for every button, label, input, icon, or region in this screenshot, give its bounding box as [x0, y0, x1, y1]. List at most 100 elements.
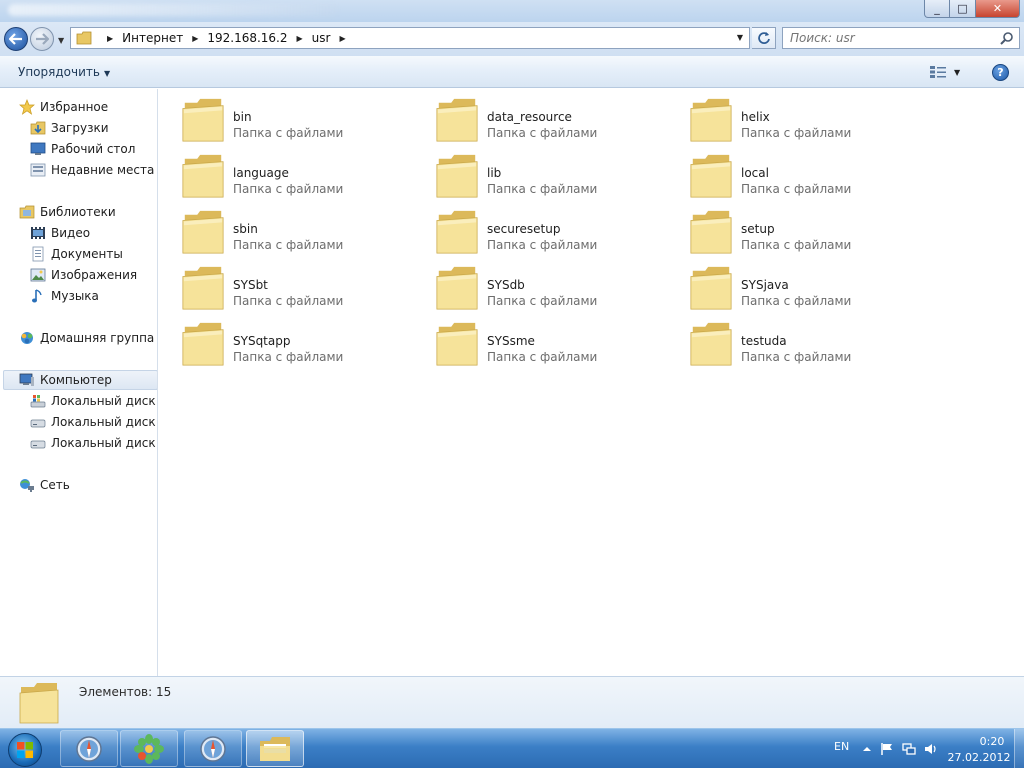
clock-time[interactable]: 0:20 [962, 735, 1022, 748]
taskbar-app-explorer[interactable] [246, 730, 304, 767]
sidebar-item-label: Загрузки [51, 121, 109, 135]
folder-icon [690, 154, 732, 198]
folder-name: language [233, 166, 289, 180]
folder-type: Папка с файлами [487, 182, 598, 196]
volume-icon[interactable] [924, 742, 938, 756]
chevron-right-icon[interactable]: ▶ [297, 34, 303, 43]
sidebar-item-favorites[interactable]: Избранное [19, 97, 108, 117]
view-tiles-icon [930, 66, 946, 78]
drive-icon [30, 440, 46, 449]
folder-icon [436, 266, 478, 310]
clock-date[interactable]: 27.02.2012 [939, 751, 1019, 764]
folder-type: Папка с файлами [487, 294, 598, 308]
folder-icon [182, 154, 224, 198]
search-input[interactable] [783, 28, 983, 48]
chevron-right-icon[interactable]: ▶ [192, 34, 198, 43]
folder-icon [76, 31, 92, 45]
forward-button[interactable] [30, 27, 54, 51]
action-center-flag-icon[interactable] [880, 742, 894, 756]
sidebar-item-downloads[interactable]: Загрузки [30, 118, 109, 138]
sidebar-item-computer[interactable]: Компьютер [3, 370, 157, 390]
folder-item[interactable]: SYSbt Папка с файлами [181, 263, 431, 313]
title-bar: _ □ ✕ [0, 0, 1024, 22]
breadcrumb-usr[interactable]: usr [312, 31, 331, 45]
safari-icon [76, 735, 102, 762]
chevron-up-icon[interactable] [860, 742, 874, 756]
folder-item[interactable]: securesetup Папка с файлами [435, 207, 685, 257]
sidebar-item-label: Домашняя группа [40, 331, 155, 345]
sidebar-item-drive-e[interactable]: Локальный диск (E:) [30, 433, 157, 453]
minimize-button[interactable]: _ [924, 0, 950, 18]
sidebar-item-drive-d[interactable]: Локальный диск (D:) [30, 412, 157, 432]
folder-item[interactable]: lib Папка с файлами [435, 151, 685, 201]
language-indicator[interactable]: EN [834, 740, 849, 753]
taskbar-app-safari-2[interactable] [184, 730, 242, 767]
sidebar-item-libraries[interactable]: Библиотеки [19, 202, 116, 222]
breadcrumb-host[interactable]: 192.168.16.2 [207, 31, 287, 45]
folder-type: Папка с файлами [741, 238, 852, 252]
details-pane: Элементов: 15 [0, 676, 1024, 728]
sidebar-item-desktop[interactable]: Рабочий стол [30, 139, 135, 159]
show-desktop-button[interactable] [1014, 729, 1024, 768]
taskbar-app-icq[interactable] [120, 730, 178, 767]
address-bar[interactable]: ▶ Интернет ▶ 192.168.16.2 ▶ usr ▶ ▼ [70, 27, 750, 49]
homegroup-icon [21, 332, 33, 344]
sidebar-item-music[interactable]: Музыка [30, 286, 99, 306]
folder-item[interactable]: sbin Папка с файлами [181, 207, 431, 257]
documents-icon [32, 246, 44, 262]
folder-item[interactable]: bin Папка с файлами [181, 95, 431, 145]
chevron-right-icon[interactable]: ▶ [339, 34, 345, 43]
explorer-icon [260, 736, 290, 761]
breadcrumb-internet[interactable]: Интернет [122, 31, 183, 45]
folder-item[interactable]: SYSsme Папка с файлами [435, 319, 685, 369]
chevron-right-icon[interactable]: ▶ [107, 34, 113, 43]
help-button[interactable]: ? [992, 64, 1009, 81]
sidebar-item-label: Документы [51, 247, 123, 261]
sidebar-item-video[interactable]: Видео [30, 223, 90, 243]
folder-item[interactable]: helix Папка с файлами [689, 95, 939, 145]
libraries-icon [19, 205, 35, 219]
sidebar-item-label: Сеть [40, 478, 70, 492]
maximize-button[interactable]: □ [950, 0, 976, 18]
close-button[interactable]: ✕ [976, 0, 1020, 18]
folder-type: Папка с файлами [741, 350, 852, 364]
sidebar-item-documents[interactable]: Документы [30, 244, 123, 264]
recent-pages-dropdown[interactable]: ▼ [58, 36, 64, 45]
folder-item[interactable]: setup Папка с файлами [689, 207, 939, 257]
folder-item[interactable]: language Папка с файлами [181, 151, 431, 201]
folder-item[interactable]: testuda Папка с файлами [689, 319, 939, 369]
folder-item[interactable]: SYSdb Папка с файлами [435, 263, 685, 313]
folder-icon [436, 210, 478, 254]
pictures-icon [30, 268, 46, 282]
folder-type: Папка с файлами [233, 350, 344, 364]
folder-icon [690, 266, 732, 310]
network-status-icon[interactable] [902, 742, 916, 756]
folder-item[interactable]: local Папка с файлами [689, 151, 939, 201]
taskbar: EN 0:20 27.02.2012 [0, 728, 1024, 768]
music-icon [32, 289, 42, 303]
folder-name: SYSbt [233, 278, 268, 292]
sidebar-item-recent-places[interactable]: Недавние места [30, 160, 154, 180]
taskbar-app-safari[interactable] [60, 730, 118, 767]
change-view-button[interactable]: ▼ [930, 64, 966, 80]
folder-item[interactable]: SYSjava Папка с файлами [689, 263, 939, 313]
back-button[interactable] [4, 27, 28, 51]
sidebar-item-drive-c[interactable]: Локальный диск (C:) [30, 391, 157, 411]
refresh-button[interactable] [752, 27, 776, 49]
folder-item[interactable]: SYSqtapp Папка с файлами [181, 319, 431, 369]
search-icon[interactable] [1000, 31, 1014, 45]
folder-icon [182, 266, 224, 310]
folder-type: Папка с файлами [233, 182, 344, 196]
folder-item[interactable]: data_resource Папка с файлами [435, 95, 685, 145]
sidebar-item-label: Компьютер [40, 373, 112, 387]
icq-icon [134, 733, 164, 764]
sidebar-item-homegroup[interactable]: Домашняя группа [19, 328, 154, 348]
address-history-dropdown[interactable]: ▼ [737, 33, 743, 42]
folder-type: Папка с файлами [233, 126, 344, 140]
navigation-pane: Избранное Загрузки Рабочий стол Недавние… [0, 89, 158, 676]
start-button[interactable] [4, 731, 46, 768]
sidebar-item-network[interactable]: Сеть [19, 475, 70, 495]
sidebar-item-pictures[interactable]: Изображения [30, 265, 137, 285]
folder-name: SYSdb [487, 278, 525, 292]
organize-button[interactable]: Упорядочить ▼ [18, 65, 110, 79]
